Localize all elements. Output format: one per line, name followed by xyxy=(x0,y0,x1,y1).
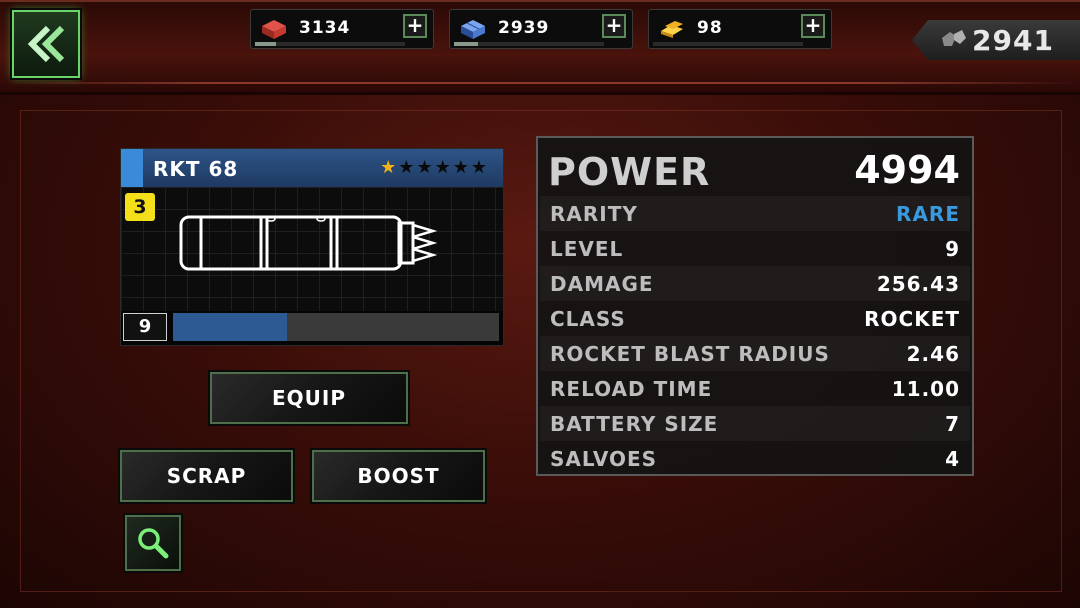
stat-value: 2.46 xyxy=(906,341,960,366)
stat-row: CLASS ROCKET xyxy=(540,301,970,336)
star-filled-icon: ★ xyxy=(380,157,399,178)
double-chevron-left-icon xyxy=(27,25,65,63)
stat-row: ROCKET BLAST RADIUS 2.46 xyxy=(540,336,970,371)
stat-row: DAMAGE 256.43 xyxy=(540,266,970,301)
rarity-stripe xyxy=(121,149,143,187)
add-crystals-button[interactable]: + xyxy=(602,14,626,38)
stat-label: RARITY xyxy=(550,201,638,226)
star-empty-icon: ★ xyxy=(398,157,417,178)
star-empty-icon: ★ xyxy=(452,157,471,178)
weapon-card: RKT 68 ★★★★★★ 3 9 xyxy=(120,148,504,346)
power-label: POWER xyxy=(548,150,711,194)
stat-label: SALVOES xyxy=(550,446,658,471)
bricks-value: 3134 xyxy=(299,18,351,38)
rocket-launcher-icon xyxy=(179,215,438,271)
stat-label: ROCKET BLAST RADIUS xyxy=(550,341,830,366)
magnifier-icon xyxy=(138,528,169,559)
add-gold-button[interactable]: + xyxy=(801,14,825,38)
stat-value: 7 xyxy=(945,411,960,436)
weapon-level: 9 xyxy=(123,313,167,341)
stat-row: RELOAD TIME 11.00 xyxy=(540,371,970,406)
star-empty-icon: ★ xyxy=(470,157,489,178)
stat-label: LEVEL xyxy=(550,236,624,261)
weapon-name: RKT 68 xyxy=(153,157,239,181)
star-empty-icon: ★ xyxy=(416,157,435,178)
equip-button[interactable]: EQUIP xyxy=(208,370,410,426)
tier-badge: 3 xyxy=(125,193,155,221)
stat-value: ROCKET xyxy=(864,306,960,331)
resource-gold: 98 + xyxy=(648,9,832,49)
weapon-card-header: RKT 68 ★★★★★★ xyxy=(121,149,503,187)
bricks-bar xyxy=(255,42,405,46)
add-bricks-button[interactable]: + xyxy=(403,14,427,38)
crystals-value: 2939 xyxy=(498,18,550,38)
stat-label: BATTERY SIZE xyxy=(550,411,719,436)
stat-row: RARITY RARE xyxy=(540,196,970,231)
back-button[interactable] xyxy=(12,10,80,78)
stat-value: 11.00 xyxy=(891,376,960,401)
star-empty-icon: ★ xyxy=(434,157,453,178)
gold-value: 98 xyxy=(697,18,723,38)
premium-currency-value: 2941 xyxy=(972,24,1054,57)
brick-icon xyxy=(262,20,286,39)
power-value: 4994 xyxy=(854,148,960,192)
weapon-preview: 3 xyxy=(121,187,503,311)
stats-panel: POWER 4994 RARITY RARE LEVEL 9 DAMAGE 256.43 C… xyxy=(536,136,974,476)
stat-label: CLASS xyxy=(550,306,626,331)
stat-value: 256.43 xyxy=(876,271,960,296)
crystals-bar xyxy=(454,42,604,46)
stat-row: LEVEL 9 xyxy=(540,231,970,266)
resource-bricks: 3134 + xyxy=(250,9,434,49)
scrap-button[interactable]: SCRAP xyxy=(118,448,295,504)
stat-value: 4 xyxy=(945,446,960,471)
gold-bar-icon xyxy=(661,21,683,38)
stat-value: 9 xyxy=(945,236,960,261)
stat-value: RARE xyxy=(896,201,960,226)
stat-row: BATTERY SIZE 7 xyxy=(540,406,970,441)
gold-bar xyxy=(653,42,803,46)
stat-row: SALVOES 4 xyxy=(540,441,970,476)
stat-label: DAMAGE xyxy=(550,271,654,296)
star-rating: ★★★★★★ xyxy=(380,157,489,178)
resource-crystals: 2939 + xyxy=(449,9,633,49)
boost-button[interactable]: BOOST xyxy=(310,448,487,504)
ore-icon xyxy=(942,30,966,46)
stat-label: RELOAD TIME xyxy=(550,376,713,401)
crystal-icon xyxy=(461,20,485,39)
inspect-button[interactable] xyxy=(123,513,183,573)
premium-currency: 2941 xyxy=(912,20,1080,60)
xp-progress-bar xyxy=(173,313,499,341)
